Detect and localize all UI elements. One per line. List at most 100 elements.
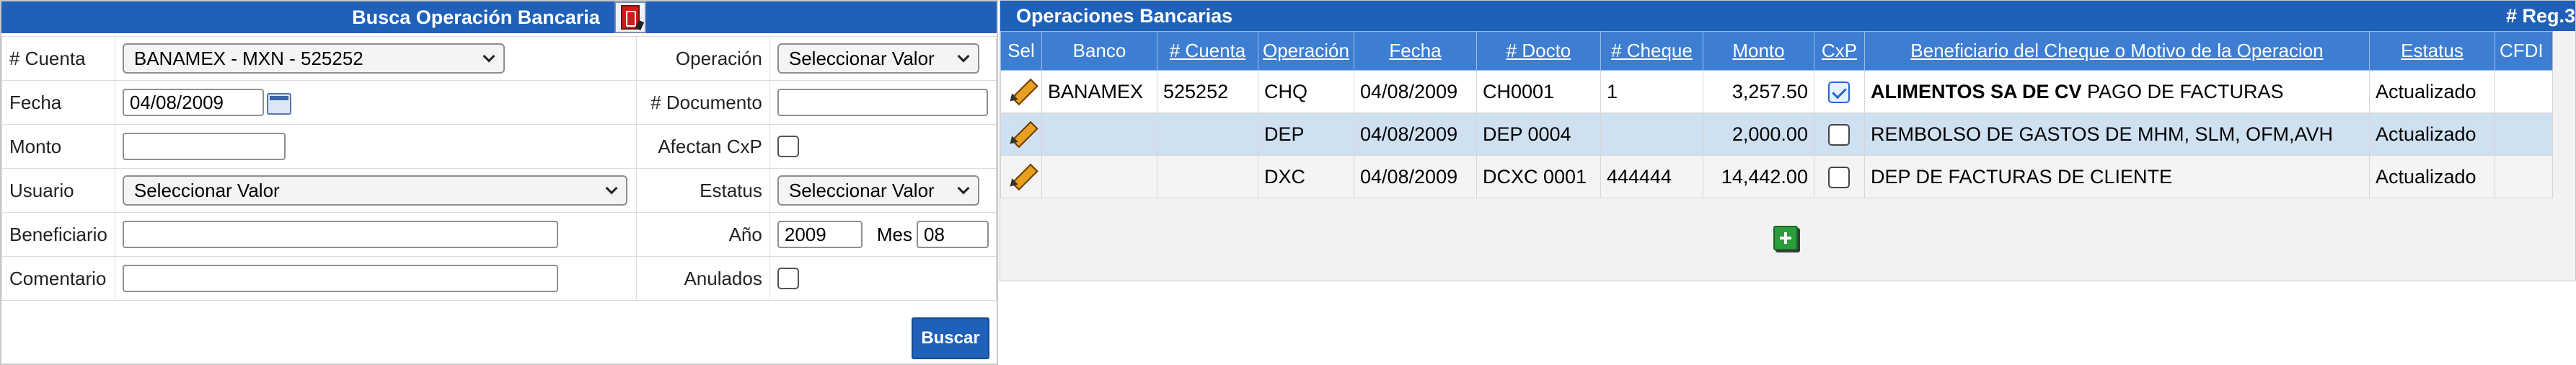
- operacion-select[interactable]: Seleccionar Valor: [777, 43, 979, 74]
- cell-docto: DEP 0004: [1476, 113, 1601, 156]
- cuenta-select[interactable]: BANAMEX - MXN - 525252: [122, 43, 505, 74]
- col-header-fecha[interactable]: Fecha: [1353, 31, 1477, 71]
- usuario-select[interactable]: Seleccionar Valor: [122, 175, 627, 206]
- cell-monto: 3,257.50: [1702, 70, 1814, 113]
- pencil-icon[interactable]: [1007, 160, 1036, 189]
- col-header-estatus-label: Estatus: [2401, 40, 2463, 61]
- col-header-cfdi: CFDI: [2494, 31, 2553, 71]
- cell-banco: [1041, 113, 1157, 156]
- mes-label: Mes: [876, 223, 912, 245]
- table-row[interactable]: DEP 04/08/2009 DEP 0004 2,000.00 REMBOLS…: [1000, 113, 2553, 156]
- add-icon[interactable]: [1773, 226, 1798, 250]
- col-header-cuenta-label: # Cuenta: [1169, 40, 1246, 61]
- cell-estatus: Actualizado: [2368, 155, 2495, 198]
- cuenta-label: # Cuenta: [1, 36, 115, 81]
- table-row[interactable]: DXC 04/08/2009 DCXC 0001 444444 14,442.0…: [1000, 155, 2553, 198]
- fecha-input[interactable]: 04/08/2009: [122, 89, 264, 116]
- col-header-cxp[interactable]: CxP: [1813, 31, 1865, 71]
- usuario-select-value: Seleccionar Valor: [133, 179, 280, 201]
- comentario-input[interactable]: [122, 265, 558, 292]
- pencil-icon[interactable]: [1007, 75, 1036, 104]
- col-header-banco: Banco: [1041, 31, 1157, 71]
- bank-book-icon[interactable]: [614, 1, 646, 33]
- estatus-select[interactable]: Seleccionar Valor: [777, 175, 979, 206]
- afectan-cxp-checkbox[interactable]: [777, 136, 799, 157]
- cell-operacion: DEP: [1258, 113, 1354, 156]
- cell-fecha: 04/08/2009: [1353, 113, 1477, 156]
- col-header-cheque[interactable]: # Cheque: [1600, 31, 1703, 71]
- col-header-cuenta[interactable]: # Cuenta: [1157, 31, 1258, 71]
- anulados-checkbox[interactable]: [777, 268, 799, 289]
- calendar-icon[interactable]: [266, 92, 291, 115]
- cell-fecha: 04/08/2009: [1353, 70, 1477, 113]
- cell-cuenta: 525252: [1157, 70, 1258, 113]
- cell-cuenta: [1157, 113, 1258, 156]
- fecha-label: Fecha: [1, 80, 115, 125]
- chevron-down-icon: [482, 50, 495, 63]
- search-title: Busca Operación Bancaria: [352, 6, 600, 28]
- col-header-monto-label: Monto: [1732, 40, 1785, 61]
- estatus-label: Estatus: [636, 168, 770, 213]
- col-header-operacion-label: Operación: [1263, 40, 1349, 61]
- cell-beneficiario: ALIMENTOS SA DE CV PAGO DE FACTURAS: [1863, 70, 2370, 113]
- cxp-checkbox[interactable]: [1828, 123, 1851, 146]
- col-header-operacion[interactable]: Operación: [1258, 31, 1354, 71]
- cell-monto: 14,442.00: [1702, 155, 1814, 198]
- col-header-sel: Sel: [1000, 31, 1042, 71]
- monto-input[interactable]: [122, 133, 286, 160]
- col-header-estatus[interactable]: Estatus: [2368, 31, 2495, 71]
- afectan-cxp-label: Afectan CxP: [636, 124, 770, 169]
- results-panel: Operaciones Bancarias # Reg.3 Sel Banco …: [1000, 0, 2576, 281]
- cell-cheque: 1: [1600, 70, 1703, 113]
- search-header: Busca Operación Bancaria: [1, 1, 997, 33]
- cell-fecha: 04/08/2009: [1353, 155, 1477, 198]
- cell-docto: DCXC 0001: [1476, 155, 1601, 198]
- operations-table: Sel Banco # Cuenta Operación Fecha # Doc…: [1000, 31, 2553, 198]
- cell-estatus: Actualizado: [2368, 70, 2495, 113]
- cell-cfdi: [2494, 113, 2553, 156]
- anio-input[interactable]: 2009: [777, 221, 863, 248]
- cxp-checkbox[interactable]: [1828, 166, 1851, 188]
- usuario-label: Usuario: [1, 168, 115, 213]
- beneficiario-motivo: PAGO DE FACTURAS: [2087, 80, 2284, 102]
- beneficiario-input[interactable]: [122, 221, 558, 248]
- anio-label: Año: [636, 212, 770, 257]
- operacion-label: Operación: [636, 36, 770, 81]
- col-header-cheque-label: # Cheque: [1611, 40, 1693, 61]
- anulados-label: Anulados: [636, 256, 770, 301]
- chevron-down-icon: [957, 182, 970, 195]
- cell-cheque: [1600, 113, 1703, 156]
- pencil-icon[interactable]: [1007, 118, 1036, 146]
- cell-docto: CH0001: [1476, 70, 1601, 113]
- documento-input[interactable]: [777, 89, 988, 116]
- cell-estatus: Actualizado: [2368, 113, 2495, 156]
- search-form: # Cuenta BANAMEX - MXN - 525252 Operació…: [1, 36, 997, 301]
- col-header-docto-label: # Docto: [1506, 40, 1571, 61]
- col-header-monto[interactable]: Monto: [1702, 31, 1814, 71]
- monto-label: Monto: [1, 124, 115, 169]
- documento-label: # Documento: [636, 80, 770, 125]
- col-header-docto[interactable]: # Docto: [1476, 31, 1601, 71]
- estatus-select-value: Seleccionar Valor: [788, 179, 935, 201]
- cell-beneficiario: DEP DE FACTURAS DE CLIENTE: [1863, 155, 2370, 198]
- buscar-button[interactable]: Buscar: [912, 317, 989, 359]
- cell-cfdi: [2494, 155, 2553, 198]
- operacion-select-value: Seleccionar Valor: [788, 47, 935, 69]
- col-header-beneficiario[interactable]: Beneficiario del Cheque o Motivo de la O…: [1863, 31, 2370, 71]
- record-count: # Reg.3: [2505, 4, 2575, 27]
- mes-input[interactable]: 08: [916, 221, 989, 248]
- cxp-checkbox[interactable]: [1828, 81, 1851, 103]
- cuenta-select-value: BANAMEX - MXN - 525252: [133, 47, 363, 69]
- col-header-fecha-label: Fecha: [1389, 40, 1442, 61]
- cell-cfdi: [2494, 70, 2553, 113]
- cell-cheque: 444444: [1600, 155, 1703, 198]
- beneficiario-motivo: DEP DE FACTURAS DE CLIENTE: [1870, 165, 2173, 188]
- col-header-cxp-label: CxP: [1821, 40, 1858, 61]
- chevron-down-icon: [957, 50, 970, 63]
- table-row[interactable]: BANAMEX 525252 CHQ 04/08/2009 CH0001 1 3…: [1000, 70, 2553, 113]
- cell-monto: 2,000.00: [1702, 113, 1814, 156]
- beneficiario-label: Beneficiario: [1, 212, 115, 257]
- cell-beneficiario: REMBOLSO DE GASTOS DE MHM, SLM, OFM,AVH: [1863, 113, 2370, 156]
- beneficiario-name: ALIMENTOS SA DE CV: [1870, 80, 2082, 102]
- cell-banco: [1041, 155, 1157, 198]
